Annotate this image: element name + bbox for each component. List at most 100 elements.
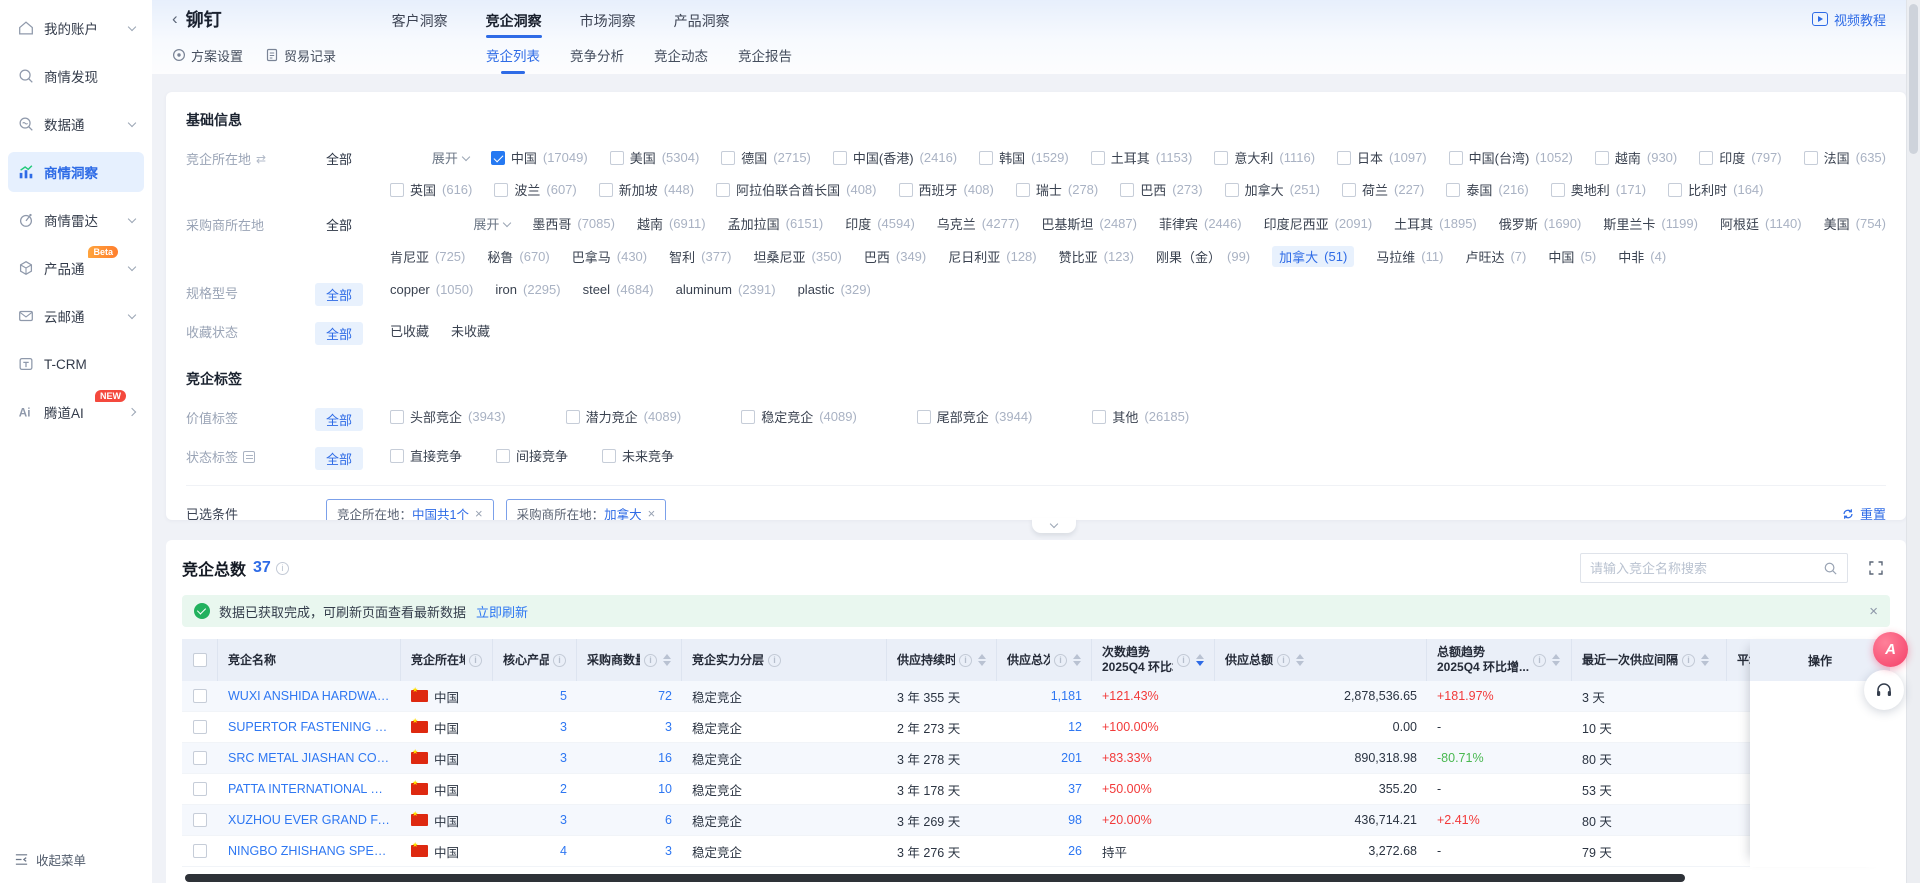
sub-tab[interactable]: 竞企动态 xyxy=(654,39,708,71)
filter-option[interactable]: 秘鲁 (670) xyxy=(487,247,549,266)
supply-count-link[interactable]: 12 xyxy=(1068,720,1082,734)
horizontal-scrollbar[interactable] xyxy=(185,874,1685,882)
filter-option[interactable]: aluminum (2391) xyxy=(676,282,776,297)
filter-option[interactable]: 已收藏 xyxy=(390,321,429,340)
row-checkbox[interactable] xyxy=(193,813,207,827)
checkbox[interactable] xyxy=(1091,151,1105,165)
row-checkbox[interactable] xyxy=(193,751,207,765)
filter-option[interactable]: 波兰 (607) xyxy=(494,180,576,199)
sort-icon[interactable] xyxy=(1196,654,1204,666)
sidebar-item-cloud-mail[interactable]: 云邮通 xyxy=(8,296,144,336)
checkbox[interactable] xyxy=(1342,183,1356,197)
select-all-checkbox[interactable] xyxy=(193,653,207,667)
filter-option[interactable]: iron (2295) xyxy=(495,282,560,297)
checkbox[interactable] xyxy=(610,151,624,165)
checkbox[interactable] xyxy=(491,151,505,165)
filter-option[interactable]: 英国 (616) xyxy=(390,180,472,199)
company-name-link[interactable]: PATTA INTERNATIONAL CO LTD xyxy=(228,782,391,796)
sort-icon[interactable] xyxy=(663,654,671,666)
column-header[interactable]: 最近一次供应间隔 i xyxy=(1572,639,1727,681)
core-products-link[interactable]: 2 xyxy=(560,782,567,796)
filter-option[interactable]: 韩国 (1529) xyxy=(979,148,1069,167)
supply-count-link[interactable]: 37 xyxy=(1068,782,1082,796)
filter-option[interactable]: 马拉维 (11) xyxy=(1376,247,1443,266)
sidebar-item-radar[interactable]: 商情雷达 xyxy=(8,200,144,240)
company-name-link[interactable]: SRC METAL JIASHAN CO LTD xyxy=(228,751,391,765)
supply-count-link[interactable]: 26 xyxy=(1068,844,1082,858)
filter-option[interactable]: 尾部竞企 (3944) xyxy=(917,407,1033,426)
row-checkbox[interactable] xyxy=(193,689,207,703)
column-header[interactable]: 供应总次数 i xyxy=(997,639,1092,681)
back-icon[interactable]: ‹ xyxy=(172,9,178,29)
sub-tab[interactable]: 竞争分析 xyxy=(570,39,624,71)
filter-option[interactable]: 越南 (930) xyxy=(1595,148,1677,167)
filter-option[interactable]: 墨西哥 (7085) xyxy=(532,214,615,233)
filter-option[interactable]: 美国 (5304) xyxy=(610,148,700,167)
filter-option[interactable]: 尼日利亚 (128) xyxy=(948,247,1036,266)
filter-option[interactable]: 坦桑尼亚 (350) xyxy=(754,247,842,266)
filter-option[interactable]: 孟加拉国 (6151) xyxy=(728,214,824,233)
company-name-link[interactable]: XUZHOU EVER GRAND FASTENERS... xyxy=(228,813,391,827)
customer-service-button[interactable] xyxy=(1864,670,1904,710)
checkbox[interactable] xyxy=(979,151,993,165)
filter-option[interactable]: 未来竞争 xyxy=(602,446,674,465)
supply-count-link[interactable]: 98 xyxy=(1068,813,1082,827)
expand-button[interactable]: 展开 xyxy=(432,148,469,167)
filter-option[interactable]: 日本 (1097) xyxy=(1337,148,1427,167)
buyer-count-link[interactable]: 72 xyxy=(658,689,672,703)
close-banner-icon[interactable]: × xyxy=(1869,603,1878,620)
checkbox[interactable] xyxy=(917,410,931,424)
filter-option[interactable]: 乌克兰 (4277) xyxy=(937,214,1020,233)
core-products-link[interactable]: 3 xyxy=(560,720,567,734)
sidebar-item-market-insight[interactable]: 商情洞察 xyxy=(8,152,144,192)
filter-option[interactable]: 巴拿马 (430) xyxy=(572,247,647,266)
filter-option[interactable]: 比利时 (164) xyxy=(1668,180,1763,199)
all-option[interactable]: 全部 xyxy=(326,214,390,234)
checkbox[interactable] xyxy=(390,183,404,197)
sub-tab[interactable]: 竞企列表 xyxy=(486,39,540,71)
row-checkbox[interactable] xyxy=(193,844,207,858)
buyer-count-link[interactable]: 3 xyxy=(665,844,672,858)
checkbox[interactable] xyxy=(390,449,404,463)
sort-icon[interactable] xyxy=(1552,654,1560,666)
filter-option[interactable]: 刚果（金） (99) xyxy=(1156,247,1250,266)
checkbox[interactable] xyxy=(496,449,510,463)
filter-option[interactable]: 新加坡 (448) xyxy=(599,180,694,199)
filter-option[interactable]: 泰国 (216) xyxy=(1446,180,1528,199)
filter-option[interactable]: 奥地利 (171) xyxy=(1551,180,1646,199)
filter-option[interactable]: 稳定竞企 (4089) xyxy=(741,407,857,426)
company-search-box[interactable] xyxy=(1580,553,1848,583)
column-header[interactable]: 供应持续时间 i xyxy=(887,639,997,681)
all-option[interactable]: 全部 xyxy=(326,148,390,168)
supply-count-link[interactable]: 1,181 xyxy=(1051,689,1082,703)
reset-button[interactable]: 重置 xyxy=(1841,504,1886,520)
company-name-link[interactable]: WUXI ANSHIDA HARDWARE CO LTD xyxy=(228,689,391,703)
checkbox[interactable] xyxy=(721,151,735,165)
column-header[interactable]: 竞企所在地 i xyxy=(401,639,493,681)
checkbox[interactable] xyxy=(1449,151,1463,165)
insight-tab[interactable]: 市场洞察 xyxy=(580,0,636,38)
column-header[interactable]: 竞企名称 i xyxy=(218,639,401,681)
filter-option[interactable]: 荷兰 (227) xyxy=(1342,180,1424,199)
checkbox[interactable] xyxy=(1214,151,1228,165)
checkbox[interactable] xyxy=(494,183,508,197)
filter-option[interactable]: 直接竞争 xyxy=(390,446,462,465)
checkbox[interactable] xyxy=(1225,183,1239,197)
all-option-selected[interactable]: 全部 xyxy=(326,321,390,345)
column-header[interactable]: 供应总额 i xyxy=(1215,639,1427,681)
video-tutorial-link[interactable]: 视频教程 xyxy=(1812,10,1886,29)
refresh-now-link[interactable]: 立即刷新 xyxy=(476,602,528,621)
filter-option[interactable]: 间接竞争 xyxy=(496,446,568,465)
filter-option[interactable]: 法国 (635) xyxy=(1804,148,1886,167)
filter-option[interactable]: 潜力竞企 (4089) xyxy=(566,407,682,426)
core-products-link[interactable]: 5 xyxy=(560,689,567,703)
buyer-count-link[interactable]: 16 xyxy=(658,751,672,765)
filter-option[interactable]: 中国(台湾) (1052) xyxy=(1449,148,1573,167)
checkbox[interactable] xyxy=(716,183,730,197)
filter-option[interactable]: 阿拉伯联合酋长国 (408) xyxy=(716,180,876,199)
checkbox[interactable] xyxy=(833,151,847,165)
checkbox[interactable] xyxy=(602,449,616,463)
filter-option[interactable]: 西班牙 (408) xyxy=(899,180,994,199)
core-products-link[interactable]: 3 xyxy=(560,751,567,765)
all-option-selected[interactable]: 全部 xyxy=(326,446,390,470)
